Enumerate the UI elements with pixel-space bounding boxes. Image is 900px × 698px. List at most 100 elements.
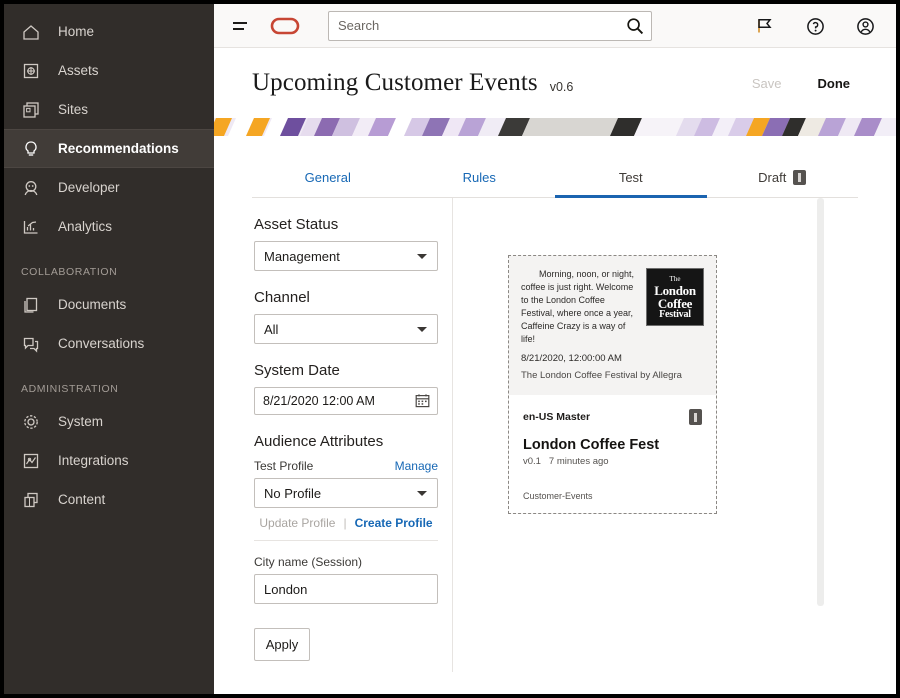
- sidebar-item-recommendations[interactable]: Recommendations: [4, 129, 214, 168]
- oracle-logo-icon[interactable]: [268, 13, 302, 39]
- preview-panel: Morning, noon, or night, coffee is just …: [453, 198, 896, 672]
- chevron-down-icon: [417, 491, 427, 496]
- sidebar-item-assets[interactable]: Assets: [4, 51, 214, 90]
- chevron-down-icon: [417, 254, 427, 259]
- done-button[interactable]: Done: [818, 76, 851, 91]
- tab-test[interactable]: Test: [555, 160, 707, 198]
- lightbulb-icon: [20, 138, 42, 160]
- integrations-icon: [20, 450, 42, 472]
- promo-text-value: Morning, noon, or night, coffee is just …: [521, 269, 635, 344]
- app-window: Home Assets Sites Recommendations Develo: [0, 0, 900, 698]
- sidebar-item-developer[interactable]: Developer: [4, 168, 214, 207]
- app-bar: [214, 4, 896, 48]
- channel-label: Channel: [254, 289, 310, 306]
- logo-line-1: The: [669, 275, 681, 283]
- profile-actions: Update Profile | Create Profile: [254, 516, 438, 530]
- page-header: Upcoming Customer Events v0.6 Save Done: [214, 48, 896, 118]
- search-input[interactable]: [328, 10, 652, 41]
- sidebar-label: Home: [58, 24, 95, 39]
- tab-rules[interactable]: Rules: [404, 160, 556, 197]
- sidebar-item-documents[interactable]: Documents: [4, 285, 214, 324]
- tab-draft-label: Draft: [758, 170, 787, 185]
- system-date-field[interactable]: 8/21/2020 12:00 AM: [254, 387, 438, 415]
- tab-general[interactable]: General: [252, 160, 404, 197]
- promo-text: Morning, noon, or night, coffee is just …: [521, 268, 638, 346]
- sidebar-label: System: [58, 414, 104, 429]
- preview-locale: en-US Master: [523, 411, 591, 423]
- asset-status-select[interactable]: Management: [254, 241, 438, 271]
- system-date-value: 8/21/2020 12:00 AM: [263, 394, 375, 408]
- assets-icon: [20, 60, 42, 82]
- hamburger-icon[interactable]: [228, 13, 254, 39]
- search-icon[interactable]: [625, 16, 645, 36]
- apply-button[interactable]: Apply: [254, 628, 310, 661]
- preview-promo: Morning, noon, or night, coffee is just …: [509, 256, 716, 395]
- city-name-input[interactable]: London: [254, 574, 438, 604]
- page-title: Upcoming Customer Events: [252, 69, 538, 96]
- create-profile-link[interactable]: Create Profile: [355, 516, 433, 530]
- test-profile-row: Test Profile Manage: [254, 459, 438, 478]
- system-date-label: System Date: [254, 362, 340, 379]
- sidebar-label: Recommendations: [58, 141, 179, 156]
- sites-icon: [20, 99, 42, 121]
- analytics-icon: [20, 216, 42, 238]
- preview-asset: en-US Master London Coffee Fest v0.1 7 m…: [509, 395, 716, 513]
- promo-row: Morning, noon, or night, coffee is just …: [521, 268, 704, 346]
- documents-icon: [20, 294, 42, 316]
- promo-subtitle: The London Coffee Festival by Allegra: [521, 370, 682, 381]
- test-profile-select[interactable]: No Profile: [254, 478, 438, 508]
- city-name-label: City name (Session): [254, 555, 363, 569]
- sidebar-label: Documents: [58, 297, 127, 312]
- sidebar-item-content[interactable]: Content: [4, 480, 214, 519]
- info-badge-icon: [793, 170, 807, 185]
- preview-asset-tag: Customer-Events: [523, 491, 593, 501]
- sidebar-section-administration: ADMINISTRATION: [21, 383, 119, 395]
- save-button[interactable]: Save: [752, 76, 782, 91]
- user-avatar-icon[interactable]: [854, 15, 876, 37]
- calendar-icon[interactable]: [415, 393, 430, 411]
- sidebar-label: Conversations: [58, 336, 145, 351]
- update-profile-link[interactable]: Update Profile: [259, 516, 335, 530]
- sidebar-label: Analytics: [58, 219, 113, 234]
- sidebar-item-system[interactable]: System: [4, 402, 214, 441]
- sidebar-section-collaboration: COLLABORATION: [21, 266, 118, 278]
- flag-icon[interactable]: [754, 15, 776, 37]
- sidebar-item-conversations[interactable]: Conversations: [4, 324, 214, 363]
- sidebar-item-analytics[interactable]: Analytics: [4, 207, 214, 246]
- main-region: Upcoming Customer Events v0.6 Save Done: [214, 4, 896, 694]
- tabs-zone: General Rules Test Draft: [214, 136, 896, 198]
- sidebar-item-integrations[interactable]: Integrations: [4, 441, 214, 480]
- sidebar-label: Assets: [58, 63, 99, 78]
- channel-select[interactable]: All: [254, 314, 438, 344]
- conversations-icon: [20, 333, 42, 355]
- sidebar-item-home[interactable]: Home: [4, 12, 214, 51]
- sidebar-label: Integrations: [58, 453, 129, 468]
- test-profile-value: No Profile: [264, 485, 322, 501]
- developer-icon: [20, 177, 42, 199]
- manage-link[interactable]: Manage: [395, 459, 438, 473]
- tab-draft[interactable]: Draft: [707, 160, 859, 197]
- panel-divider: [254, 540, 438, 541]
- sidebar-label: Developer: [58, 180, 120, 195]
- preview-card[interactable]: Morning, noon, or night, coffee is just …: [508, 255, 717, 514]
- test-settings-panel: Asset Status Management Channel All Syst…: [214, 198, 453, 672]
- preview-asset-header: en-US Master: [523, 409, 702, 425]
- appbar-icon-group: [754, 4, 886, 48]
- logo-line-4: Festival: [659, 309, 691, 320]
- help-circle-icon[interactable]: [804, 15, 826, 37]
- test-profile-label: Test Profile: [254, 459, 314, 473]
- preview-asset-meta: v0.1 7 minutes ago: [523, 456, 702, 467]
- asset-status-label: Asset Status: [254, 216, 339, 233]
- promo-date: 8/21/2020, 12:00:00 AM: [521, 353, 622, 364]
- gear-icon: [20, 411, 42, 433]
- header-actions: Save Done: [752, 76, 874, 91]
- content-area: Asset Status Management Channel All Syst…: [214, 198, 896, 672]
- sidebar-item-sites[interactable]: Sites: [4, 90, 214, 129]
- chevron-down-icon: [417, 327, 427, 332]
- channel-value: All: [264, 321, 279, 337]
- sidebar-label: Content: [58, 492, 106, 507]
- preview-asset-title: London Coffee Fest: [523, 437, 660, 453]
- content-icon: [20, 489, 42, 511]
- search-box: [328, 10, 652, 41]
- vertical-scrollbar[interactable]: [817, 198, 824, 606]
